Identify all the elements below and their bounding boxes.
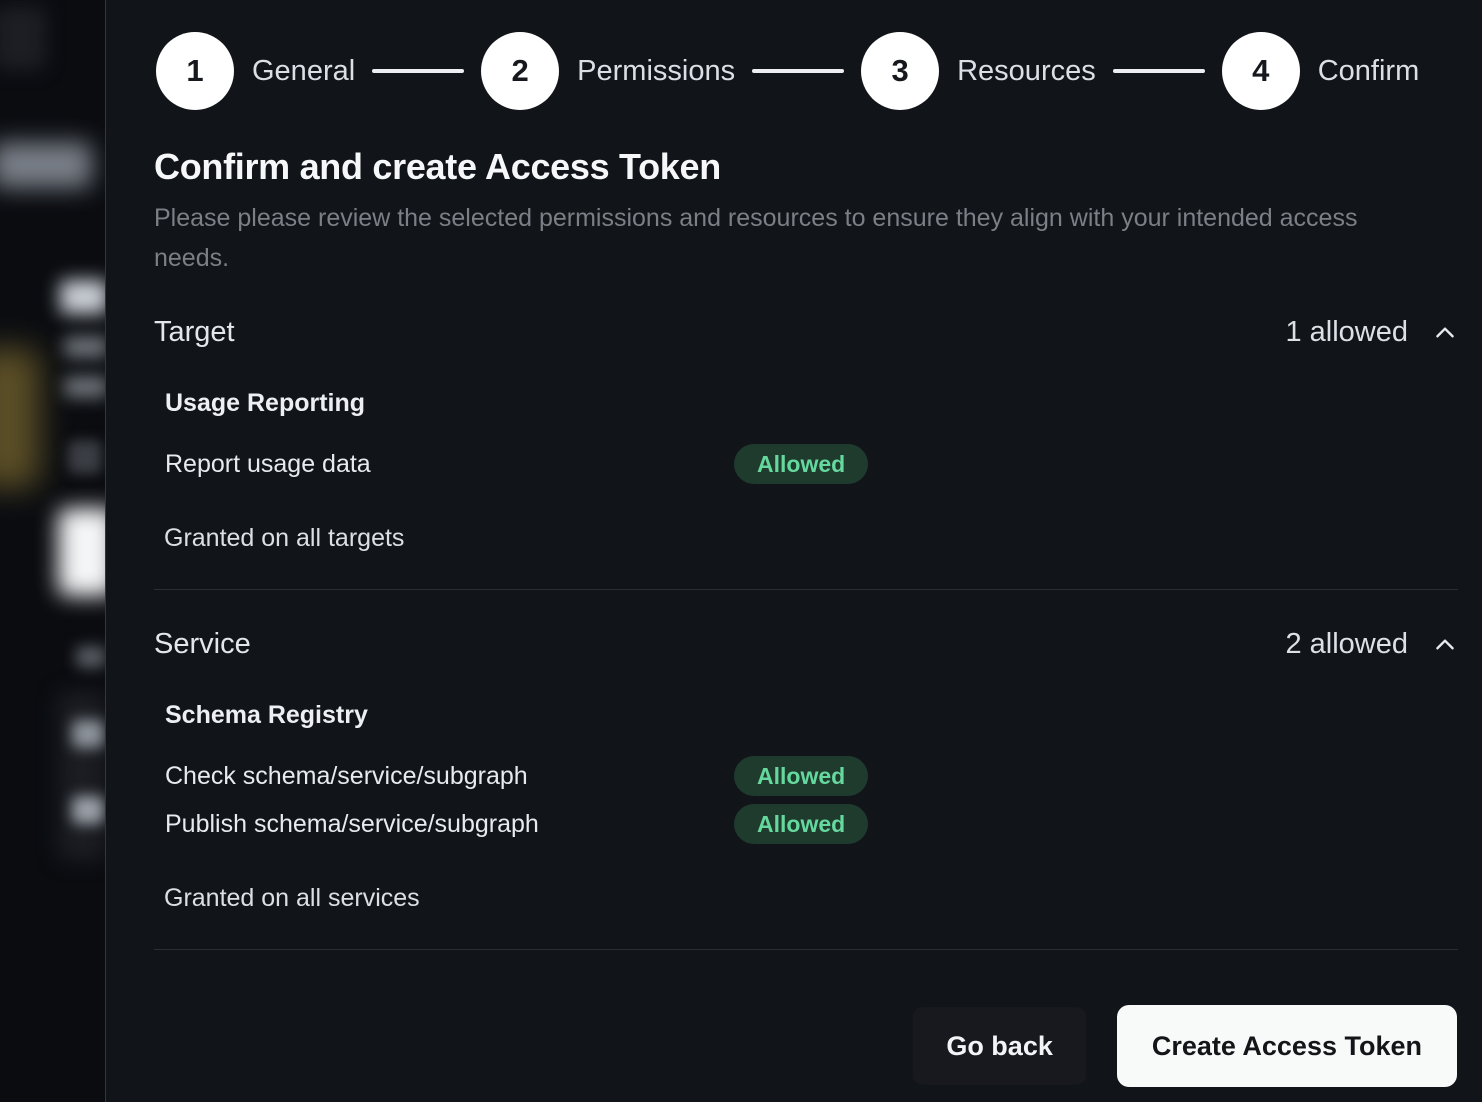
footer-divider bbox=[154, 949, 1458, 950]
step-confirm[interactable]: 4 Confirm bbox=[1222, 32, 1420, 110]
backdrop-text-blob bbox=[64, 336, 108, 358]
step-number-circle: 2 bbox=[481, 32, 559, 110]
permission-row: Check schema/service/subgraph Allowed bbox=[154, 756, 1458, 796]
section-allowed-count: 2 allowed bbox=[1285, 628, 1458, 661]
backdrop-text-blob bbox=[72, 720, 104, 748]
allowed-count-label: 1 allowed bbox=[1285, 316, 1408, 349]
wizard-stepper: 1 General 2 Permissions 3 Resources 4 Co… bbox=[156, 0, 1458, 142]
granted-scope-text: Granted on all targets bbox=[154, 524, 1458, 553]
granted-scope-text: Granted on all services bbox=[154, 884, 1458, 913]
permission-group-title: Schema Registry bbox=[154, 701, 1458, 730]
backdrop-accent-blob bbox=[0, 348, 40, 488]
step-resources[interactable]: 3 Resources bbox=[861, 32, 1096, 110]
backdrop-panel-blob bbox=[58, 692, 106, 860]
chevron-up-icon[interactable] bbox=[1432, 320, 1458, 346]
status-badge: Allowed bbox=[734, 804, 868, 844]
page-title: Confirm and create Access Token bbox=[154, 146, 1458, 188]
status-badge: Allowed bbox=[734, 756, 868, 796]
step-connector-line bbox=[1113, 69, 1205, 73]
backdrop-card-blob bbox=[0, 6, 46, 70]
backdrop-text-blob bbox=[72, 796, 104, 824]
permission-label: Publish schema/service/subgraph bbox=[165, 810, 734, 839]
step-connector-line bbox=[752, 69, 844, 73]
section-title: Service bbox=[154, 628, 251, 661]
go-back-button[interactable]: Go back bbox=[913, 1007, 1086, 1085]
allowed-count-label: 2 allowed bbox=[1285, 628, 1408, 661]
backdrop-icon-blob bbox=[68, 440, 102, 474]
permission-group-title: Usage Reporting bbox=[154, 389, 1458, 418]
modal-footer: Go back Create Access Token bbox=[913, 1005, 1457, 1087]
step-number-circle: 4 bbox=[1222, 32, 1300, 110]
section-header-service[interactable]: Service 2 allowed bbox=[154, 628, 1458, 661]
page-description: Please please review the selected permis… bbox=[154, 198, 1379, 278]
step-connector-line bbox=[372, 69, 464, 73]
permission-row: Report usage data Allowed bbox=[154, 444, 1458, 484]
backdrop-heading-blob bbox=[60, 280, 108, 314]
permission-label: Check schema/service/subgraph bbox=[165, 762, 734, 791]
step-permissions[interactable]: 2 Permissions bbox=[481, 32, 735, 110]
permission-label: Report usage data bbox=[165, 450, 734, 479]
step-number-circle: 3 bbox=[861, 32, 939, 110]
section-divider bbox=[154, 589, 1458, 590]
step-label: Confirm bbox=[1318, 55, 1420, 88]
create-access-token-modal: 1 General 2 Permissions 3 Resources 4 Co… bbox=[105, 0, 1482, 1102]
section-body-target: Usage Reporting Report usage data Allowe… bbox=[154, 389, 1458, 553]
permission-row: Publish schema/service/subgraph Allowed bbox=[154, 804, 1458, 844]
section-header-target[interactable]: Target 1 allowed bbox=[154, 316, 1458, 349]
section-title: Target bbox=[154, 316, 235, 349]
step-label: Permissions bbox=[577, 55, 735, 88]
step-label: General bbox=[252, 55, 355, 88]
backdrop-text-blob bbox=[64, 376, 108, 398]
chevron-up-icon[interactable] bbox=[1432, 632, 1458, 658]
create-access-token-button[interactable]: Create Access Token bbox=[1117, 1005, 1457, 1087]
step-general[interactable]: 1 General bbox=[156, 32, 355, 110]
step-number-circle: 1 bbox=[156, 32, 234, 110]
step-label: Resources bbox=[957, 55, 1096, 88]
backdrop-text-blob bbox=[76, 646, 106, 668]
section-body-service: Schema Registry Check schema/service/sub… bbox=[154, 701, 1458, 913]
section-allowed-count: 1 allowed bbox=[1285, 316, 1458, 349]
status-badge: Allowed bbox=[734, 444, 868, 484]
backdrop-nav-item-blob bbox=[0, 142, 92, 188]
